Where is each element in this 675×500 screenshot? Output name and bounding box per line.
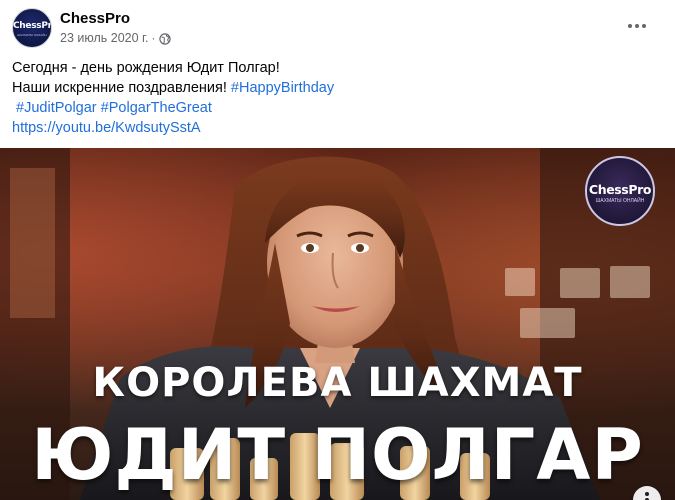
- more-vertical-icon: [645, 492, 649, 496]
- post-text-line-3: #JuditPolgar #PolgarTheGreat: [12, 98, 662, 118]
- badge-brand-name: ChessPro: [588, 182, 652, 197]
- more-options-button[interactable]: [619, 12, 655, 40]
- avatar-logo-subtext: ШАХМАТЫ ОНЛАЙН: [17, 33, 47, 37]
- post-text-line-2: Наши искренние поздравления! #HappyBirth…: [12, 78, 662, 98]
- post-meta: 23 июль 2020 г. ·: [60, 30, 171, 46]
- hashtag-happybirthday-link[interactable]: #HappyBirthday: [231, 80, 334, 96]
- image-caption-top: КОРОЛЕВА ШАХМАТ: [92, 360, 583, 406]
- hashtag-polgarthegreat-link[interactable]: #PolgarTheGreat: [101, 100, 212, 116]
- more-horizontal-icon: [628, 24, 632, 28]
- youtube-url-link[interactable]: https://youtu.be/KwdsutySstA: [12, 120, 201, 136]
- page-name-link[interactable]: ChessPro: [60, 10, 130, 27]
- post-header: ChessPro ШАХМАТЫ ОНЛАЙН ChessPro 23 июль…: [0, 0, 675, 52]
- post-image[interactable]: ChessPro ШАХМАТЫ ОНЛАЙН КОРОЛЕВА ШАХМАТ …: [0, 148, 675, 500]
- globe-icon: [158, 32, 171, 45]
- more-dot: [635, 24, 639, 28]
- badge-tagline: ШАХМАТЫ ОНЛАЙН: [595, 198, 645, 204]
- more-dot: [642, 24, 646, 28]
- post-timestamp-link[interactable]: 23 июль 2020 г.: [60, 31, 149, 45]
- avatar-logo-text: ChessPro: [13, 21, 52, 31]
- post-text-line-1: Сегодня - день рождения Юдит Полгар!: [12, 60, 280, 76]
- post-body-text: Сегодня - день рождения Юдит Полгар! Наш…: [12, 58, 662, 138]
- image-caption-main: ЮДИТ ПОЛГАР: [31, 414, 644, 496]
- chesspro-logo-badge: ChessPro ШАХМАТЫ ОНЛАЙН: [585, 156, 655, 226]
- hashtag-juditpolgar-link[interactable]: #JuditPolgar: [16, 100, 97, 116]
- post-text-line-4: https://youtu.be/KwdsutySstA: [12, 118, 662, 138]
- post-text-plain: Наши искренние поздравления!: [12, 80, 231, 96]
- page-avatar[interactable]: ChessPro ШАХМАТЫ ОНЛАЙН: [12, 8, 52, 48]
- meta-separator: ·: [151, 31, 156, 45]
